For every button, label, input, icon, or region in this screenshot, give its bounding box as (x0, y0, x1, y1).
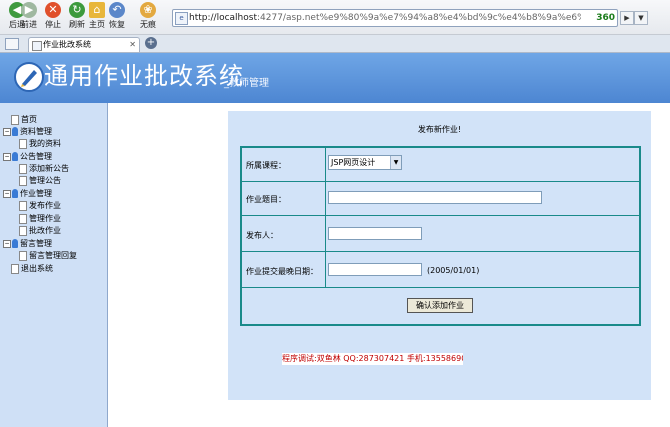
sidebar-item-add-notice[interactable]: 添加新公告 (19, 163, 69, 175)
deadline-hint: (2005/01/01) (427, 266, 480, 275)
security-360-badge[interactable]: 360 (596, 11, 615, 25)
address-path: :4277/asp.net%e9%80%9a%e7%94%a8%e4%bd%9c… (256, 13, 581, 23)
publisher-input[interactable] (328, 227, 422, 240)
restore-icon: ↶ (109, 2, 125, 18)
topic-input[interactable] (328, 191, 542, 204)
page-icon (19, 163, 27, 174)
collapse-icon[interactable]: − (3, 239, 11, 248)
refresh-icon: ↻ (69, 2, 85, 18)
go-arrow-icon: ▶ (624, 14, 630, 22)
form-title: 发布新作业! (417, 125, 462, 134)
publisher-label: 发布人： (246, 231, 278, 240)
collapse-icon[interactable]: − (3, 127, 11, 136)
sidebar-group-notices[interactable]: − 公告管理 (3, 151, 52, 163)
row-divider (242, 215, 639, 216)
page-icon (19, 250, 27, 261)
stop-button[interactable]: ✕ 停止 (40, 2, 66, 30)
page-icon (19, 175, 27, 186)
restore-button[interactable]: ↶ 恢复 (104, 2, 130, 30)
page-icon (32, 41, 42, 51)
homework-form: 所属课程： JSP网页设计 ▼ 作业题目： 发布人： 作业提交最晚日期： (20… (240, 146, 641, 326)
tab-current[interactable]: 作业批改系统 ✕ (28, 37, 140, 52)
chevron-down-icon: ▼ (638, 14, 644, 22)
tab-title: 作业批改系统 (43, 40, 91, 49)
sidebar-item-message-reply[interactable]: 留言管理回复 (19, 250, 77, 262)
sidebar-item-logout[interactable]: 退出系统 (11, 263, 53, 275)
row-divider (242, 251, 639, 252)
page-subtitle: _教师管理 (224, 78, 269, 89)
sidebar: 首页 − 资料管理 我的资料 − 公告管理 添加新公告 管理公告 − 作业管理 发布作… (0, 103, 108, 427)
course-select-value: JSP网页设计 (331, 158, 376, 167)
sidebar-group-messages[interactable]: − 留言管理 (3, 238, 52, 250)
folder-icon (12, 127, 18, 136)
topic-label: 作业题目： (246, 195, 286, 204)
course-select[interactable]: JSP网页设计 ▼ (328, 155, 402, 170)
address-bar[interactable]: e http://localhost:4277/asp.net%e9%80%9a… (172, 9, 618, 27)
chevron-down-icon: ▼ (390, 156, 401, 169)
sidebar-group-homework[interactable]: − 作业管理 (3, 188, 52, 200)
submit-homework-button[interactable]: 确认添加作业 (407, 298, 473, 313)
address-host: http://localhost (189, 13, 257, 23)
page-icon (19, 200, 27, 211)
logo-icon (14, 62, 44, 92)
folder-icon (12, 239, 18, 248)
sidebar-item-grade-homework[interactable]: 批改作业 (19, 225, 61, 237)
page-icon (19, 213, 27, 224)
page-icon (19, 138, 27, 149)
deadline-label: 作业提交最晚日期： (246, 267, 318, 276)
tab-bar: 作业批改系统 ✕ + (0, 35, 670, 53)
paw-icon: ❀ (140, 2, 156, 18)
sidebar-item-my-profile[interactable]: 我的资料 (19, 138, 61, 150)
incognito-button[interactable]: ❀ 无痕 (134, 2, 162, 30)
go-button[interactable]: ▶ (620, 11, 634, 25)
column-divider (325, 148, 326, 287)
page-icon (11, 263, 19, 274)
deadline-input[interactable] (328, 263, 422, 276)
forward-arrow-icon: ▶ (21, 2, 37, 18)
collapse-icon[interactable]: − (3, 152, 11, 161)
row-divider (242, 287, 639, 288)
sidebar-item-manage-homework[interactable]: 管理作业 (19, 213, 61, 225)
sidebar-item-home[interactable]: 首页 (11, 114, 37, 126)
page-icon (11, 114, 19, 125)
address-dropdown-button[interactable]: ▼ (634, 11, 648, 25)
address-url: http://localhost:4277/asp.net%e9%80%9a%e… (189, 11, 581, 25)
folder-icon (12, 152, 18, 161)
sidebar-item-publish-homework[interactable]: 发布作业 (19, 200, 61, 212)
browser-toolbar: ◀ 后退 ▶ 前进 ✕ 停止 ↻ 刷新 ⌂ 主页 ↶ 恢复 ❀ 无痕 e htt… (0, 0, 670, 35)
page-title: 通用作业批改系统 (44, 62, 244, 90)
new-tab-button[interactable]: + (145, 37, 157, 49)
page-icon (19, 225, 27, 236)
close-icon[interactable]: ✕ (129, 39, 136, 51)
home-icon: ⌂ (89, 2, 105, 18)
folder-icon (12, 189, 18, 198)
sidebar-item-manage-notices[interactable]: 管理公告 (19, 175, 61, 187)
footer-credit: 程序调试:双鱼林 QQ:287307421 手机:13558690869 (282, 353, 463, 365)
row-divider (242, 181, 639, 182)
collapse-icon[interactable]: − (3, 189, 11, 198)
forward-button[interactable]: ▶ 前进 (18, 2, 40, 30)
page-icon: e (175, 12, 188, 25)
tab-list-icon[interactable] (5, 38, 19, 50)
stop-icon: ✕ (45, 2, 61, 18)
sidebar-group-profile[interactable]: − 资料管理 (3, 126, 52, 138)
course-label: 所属课程： (246, 161, 286, 170)
